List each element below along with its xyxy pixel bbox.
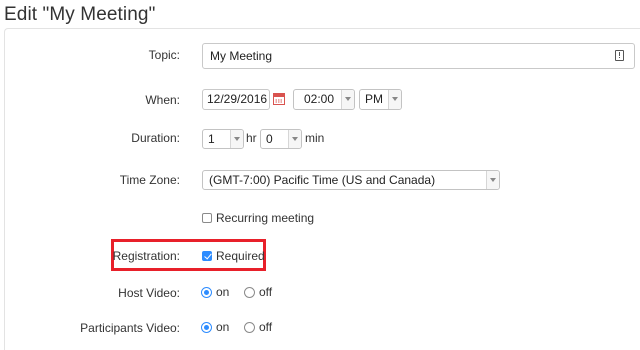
- registration-label: Registration:: [112, 249, 180, 263]
- document-info-icon: [615, 50, 624, 61]
- page-title: Edit "My Meeting": [4, 4, 156, 25]
- topic-input-value: My Meeting: [210, 49, 273, 63]
- host-video-off-radio[interactable]: [244, 287, 255, 298]
- chevron-down-icon: [288, 130, 301, 148]
- participants-video-on-label: on: [216, 320, 230, 334]
- chevron-down-icon: [486, 171, 499, 189]
- participants-video-label: Participants Video:: [80, 321, 180, 335]
- duration-minutes-select[interactable]: 0: [260, 129, 302, 149]
- duration-minutes-value: 0: [266, 132, 273, 146]
- topic-input[interactable]: My Meeting: [202, 43, 635, 69]
- registration-required-label: Required: [216, 249, 265, 263]
- host-video-label: Host Video:: [118, 286, 180, 300]
- ampm-select[interactable]: PM: [359, 89, 402, 110]
- date-input[interactable]: 12/29/2016: [202, 89, 270, 110]
- chevron-down-icon: [230, 130, 243, 148]
- duration-label: Duration:: [131, 131, 180, 145]
- time-select[interactable]: 02:00: [293, 89, 355, 110]
- duration-hours-value: 1: [208, 132, 215, 146]
- host-video-on-radio[interactable]: [201, 287, 212, 298]
- ampm-select-value: PM: [365, 92, 383, 106]
- participants-video-on-radio[interactable]: [201, 322, 212, 333]
- timezone-select[interactable]: (GMT-7:00) Pacific Time (US and Canada): [202, 170, 500, 190]
- date-input-value: 12/29/2016: [207, 92, 268, 106]
- duration-min-unit: min: [305, 131, 325, 145]
- host-video-off-label: off: [259, 285, 273, 299]
- time-select-value: 02:00: [304, 92, 335, 106]
- calendar-icon[interactable]: [273, 93, 285, 105]
- registration-required-checkbox[interactable]: [202, 251, 212, 261]
- when-label: When:: [145, 93, 180, 107]
- participants-video-off-label: off: [259, 320, 273, 334]
- timezone-select-value: (GMT-7:00) Pacific Time (US and Canada): [209, 173, 436, 187]
- duration-hr-unit: hr: [246, 131, 257, 145]
- timezone-label: Time Zone:: [119, 173, 180, 187]
- host-video-on-label: on: [216, 285, 230, 299]
- topic-label: Topic:: [148, 48, 180, 62]
- recurring-checkbox[interactable]: [202, 213, 212, 223]
- chevron-down-icon: [388, 90, 401, 109]
- recurring-label: Recurring meeting: [216, 211, 315, 225]
- chevron-down-icon: [341, 90, 354, 109]
- participants-video-off-radio[interactable]: [244, 322, 255, 333]
- duration-hours-select[interactable]: 1: [202, 129, 244, 149]
